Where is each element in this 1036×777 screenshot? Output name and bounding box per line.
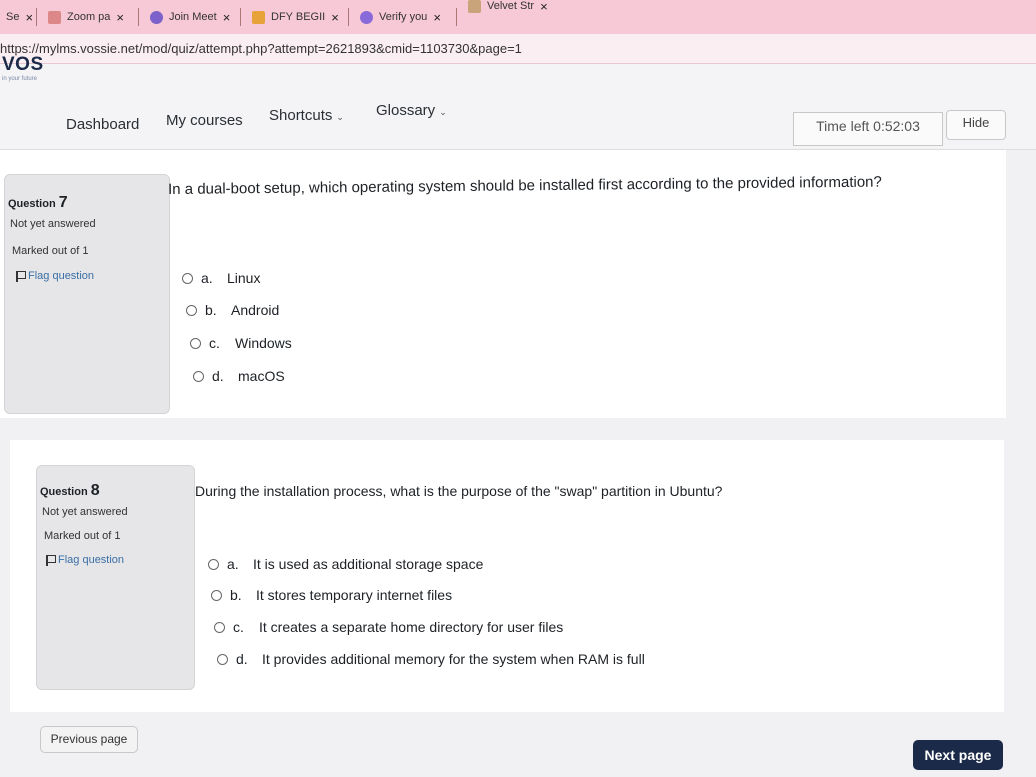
site-logo[interactable]: VOS xyxy=(2,54,44,76)
tab-title: Zoom pa xyxy=(67,11,111,23)
answer-option[interactable]: d. macOS xyxy=(193,368,285,384)
question-status: Not yet answered xyxy=(42,506,128,518)
velvet-icon xyxy=(468,0,481,13)
nav-my-courses[interactable]: My courses xyxy=(166,112,243,129)
question-marks: Marked out of 1 xyxy=(44,530,121,542)
flag-question-link[interactable]: Flag question xyxy=(46,554,124,566)
drive-icon xyxy=(252,10,265,24)
answer-option[interactable]: c. Windows xyxy=(190,335,292,351)
nav-glossary[interactable]: Glossary ⌄ xyxy=(376,102,447,119)
tab-divider xyxy=(348,8,349,26)
close-icon[interactable]: × xyxy=(433,10,441,25)
answer-option[interactable]: d. It provides additional memory for the … xyxy=(217,651,645,667)
question-marks: Marked out of 1 xyxy=(12,245,89,257)
flag-question-link[interactable]: Flag question xyxy=(16,270,94,282)
radio-button[interactable] xyxy=(211,589,222,601)
browser-tab[interactable]: Zoom pa × xyxy=(40,0,132,34)
radio-button[interactable] xyxy=(217,653,228,665)
verify-icon xyxy=(360,10,373,24)
tab-title: DFY BEGII xyxy=(271,11,326,23)
browser-tab[interactable]: Join Meet × xyxy=(142,0,238,34)
browser-tab[interactable]: DFY BEGII × xyxy=(244,0,347,34)
tab-divider xyxy=(36,8,37,26)
flag-icon xyxy=(16,270,26,282)
flag-icon xyxy=(46,554,56,566)
tab-title: Se xyxy=(6,11,20,23)
close-icon[interactable]: × xyxy=(223,10,231,25)
close-icon[interactable]: × xyxy=(116,10,124,25)
next-page-button[interactable]: Next page xyxy=(913,740,1003,770)
browser-tab[interactable]: Se × xyxy=(0,0,41,34)
url-text[interactable]: https://mylms.vossie.net/mod/quiz/attemp… xyxy=(0,41,522,56)
radio-button[interactable] xyxy=(190,337,201,349)
radio-button[interactable] xyxy=(182,272,193,284)
tab-title: Join Meet xyxy=(169,11,217,23)
tab-title: Velvet Str xyxy=(487,0,535,12)
meet-icon xyxy=(150,10,163,24)
question-text: During the installation process, what is… xyxy=(195,483,723,499)
browser-tab[interactable]: Verify you × xyxy=(352,0,449,34)
address-bar[interactable]: https://mylms.vossie.net/mod/quiz/attemp… xyxy=(0,34,1036,64)
nav-shortcuts[interactable]: Shortcuts ⌄ xyxy=(269,107,344,124)
browser-tab[interactable]: Velvet Str × xyxy=(460,0,556,14)
chevron-down-icon: ⌄ xyxy=(336,112,344,122)
hide-timer-button[interactable]: Hide xyxy=(946,110,1006,140)
nav-dashboard[interactable]: Dashboard xyxy=(66,116,139,133)
tab-divider xyxy=(456,8,457,26)
close-icon[interactable]: × xyxy=(331,10,339,25)
tab-divider xyxy=(240,8,241,26)
close-icon[interactable]: × xyxy=(25,10,33,25)
previous-page-button[interactable]: Previous page xyxy=(40,726,138,753)
tab-divider xyxy=(138,8,139,26)
answer-option[interactable]: b. Android xyxy=(186,302,279,318)
answer-option[interactable]: a. Linux xyxy=(182,270,260,286)
question-number: Question 8 xyxy=(40,482,100,499)
answer-option[interactable]: b. It stores temporary internet files xyxy=(211,587,452,603)
question-number: Question 7 xyxy=(8,194,68,211)
radio-button[interactable] xyxy=(208,558,219,570)
tab-title: Verify you xyxy=(379,11,428,23)
chevron-down-icon: ⌄ xyxy=(439,107,447,117)
answer-option[interactable]: a. It is used as additional storage space xyxy=(208,556,483,572)
time-left: Time left 0:52:03 xyxy=(793,112,943,146)
answer-option[interactable]: c. It creates a separate home directory f… xyxy=(214,619,563,635)
zoom-icon xyxy=(48,10,61,24)
question-status: Not yet answered xyxy=(10,218,96,230)
radio-button[interactable] xyxy=(214,621,225,633)
browser-tab-bar: Se × Zoom pa × Join Meet × DFY BEGII × V… xyxy=(0,0,1036,34)
close-icon[interactable]: × xyxy=(540,0,548,14)
logo-tagline: in your future xyxy=(2,76,38,82)
radio-button[interactable] xyxy=(193,370,204,382)
radio-button[interactable] xyxy=(186,304,197,316)
